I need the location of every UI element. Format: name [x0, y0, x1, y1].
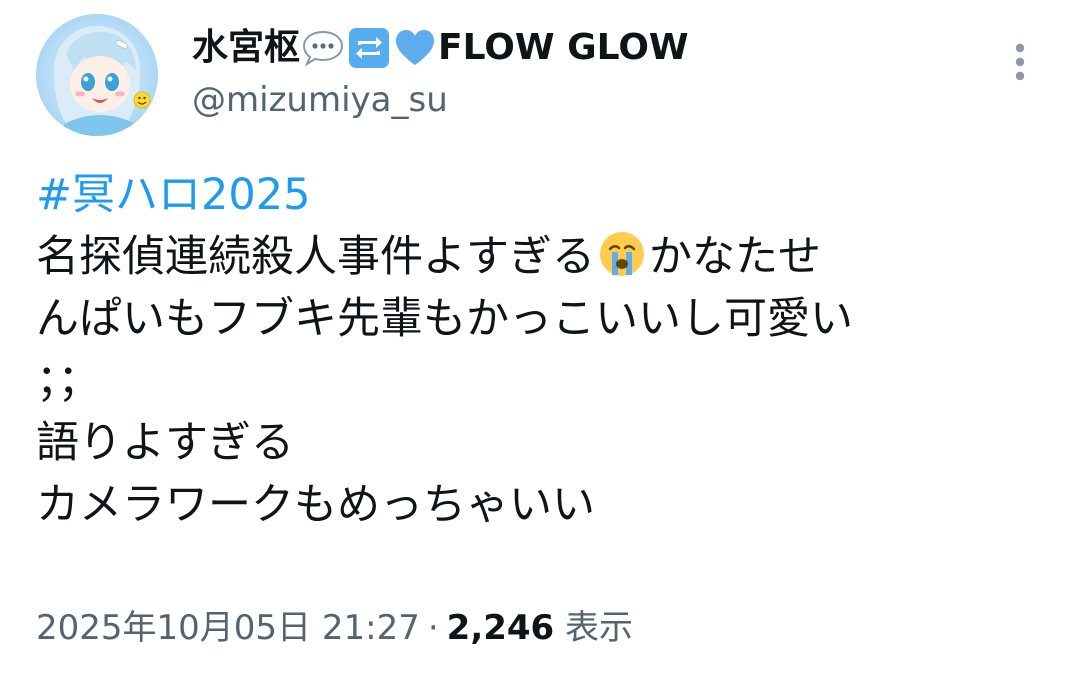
views-count: 2,246: [446, 608, 555, 648]
tweet-line: ；；: [36, 356, 101, 406]
tweet-line-text: 名探偵連続殺人事件よすぎる: [36, 232, 595, 282]
crying-face-icon: [600, 232, 644, 276]
timestamp[interactable]: 2025年10月05日 21:27: [36, 608, 420, 648]
avatar-illustration: [36, 14, 158, 136]
tweet-line: 語りよすぎる: [36, 418, 294, 468]
vertical-dots-icon: [1015, 43, 1025, 81]
tweet-line: カメラワークもめっちゃいい: [36, 480, 595, 530]
tweet-line-text: かなたせ: [649, 232, 821, 282]
display-name-suffix: FLOW GLOW: [438, 27, 689, 68]
more-options-button[interactable]: [1002, 40, 1038, 86]
tweet-text: #冥ハロ2025 名探偵連続殺人事件よすぎる かなたせ んぱいもフブキ先輩もかっ…: [36, 164, 1036, 536]
display-name-text: 水宮枢: [192, 27, 301, 68]
tweet-line: #冥ハロ2025: [36, 164, 1036, 226]
tweet-meta: 2025年10月05日 21:27 · 2,246 表示: [36, 602, 633, 654]
tweet-line: 名探偵連続殺人事件よすぎる かなたせ: [36, 226, 1036, 288]
avatar[interactable]: [36, 14, 158, 136]
hashtag-link[interactable]: #冥ハロ2025: [36, 170, 310, 220]
display-name[interactable]: 水宮枢 FLOW GLOW: [192, 22, 689, 74]
blue-heart-icon: [396, 30, 435, 65]
user-handle[interactable]: @mizumiya_su: [192, 78, 689, 122]
tweet-line: んぱいもフブキ先輩もかっこいいし可愛い: [36, 294, 853, 344]
tweet-header: 水宮枢 FLOW GLOW @mizumiya_su: [192, 22, 689, 122]
speech-bubble-icon: [303, 30, 344, 67]
meta-separator: ·: [427, 608, 439, 648]
tweet-card: 水宮枢 FLOW GLOW @mizumiya_su #冥ハロ2025 名探偵連…: [0, 0, 1080, 673]
repeat-icon: [349, 28, 390, 68]
views-label: 表示: [565, 608, 634, 648]
